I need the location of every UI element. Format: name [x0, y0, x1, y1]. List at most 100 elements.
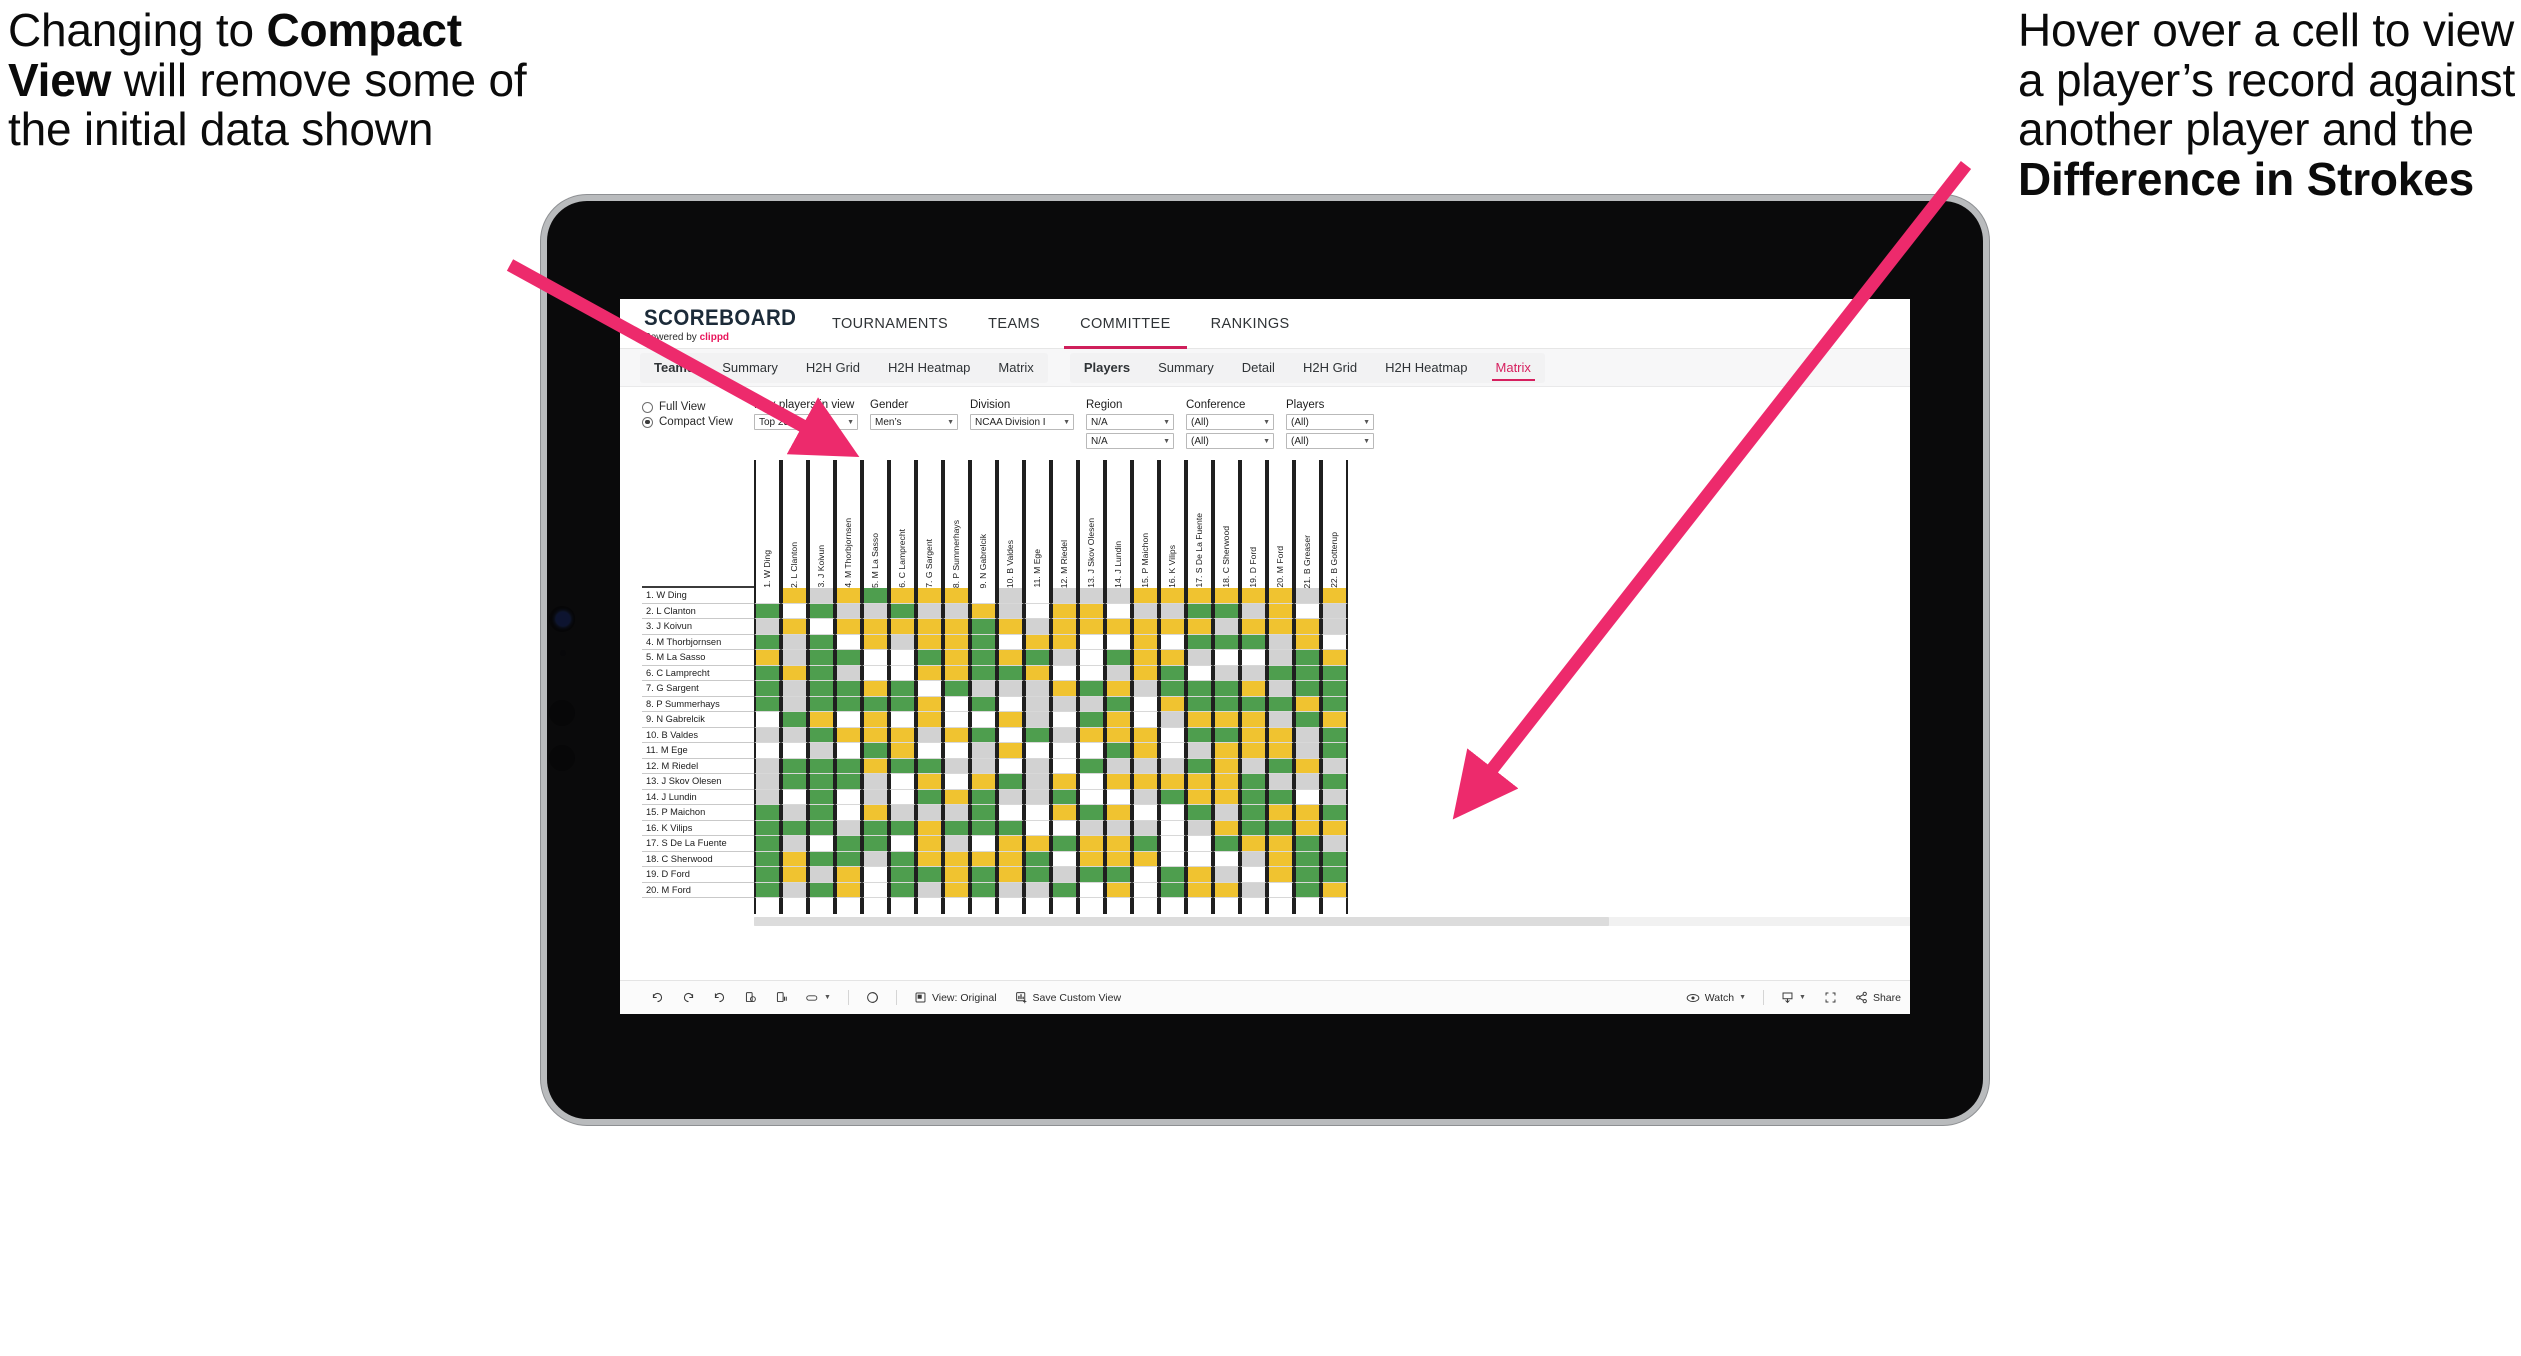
matrix-cell[interactable]	[1105, 665, 1132, 681]
matrix-cell[interactable]	[781, 820, 808, 836]
matrix-cell[interactable]	[1051, 820, 1078, 836]
matrix-row-header[interactable]: 3. J Koivun	[642, 619, 754, 635]
matrix-cell[interactable]	[862, 650, 889, 666]
matrix-col-header[interactable]: 7. G Sargent	[916, 460, 943, 588]
matrix-cell[interactable]	[1294, 820, 1321, 836]
matrix-cell[interactable]	[862, 619, 889, 635]
matrix-cell[interactable]	[808, 650, 835, 666]
matrix-cell[interactable]	[1321, 650, 1348, 666]
matrix-cell[interactable]	[1024, 650, 1051, 666]
matrix-cell[interactable]	[1294, 681, 1321, 697]
matrix-cell[interactable]	[862, 681, 889, 697]
toolbar-refresh-data-button[interactable]	[735, 985, 766, 1011]
matrix-cell[interactable]	[1024, 588, 1051, 604]
matrix-cell[interactable]	[835, 619, 862, 635]
matrix-cell[interactable]	[1078, 882, 1105, 898]
matrix-cell[interactable]	[1051, 634, 1078, 650]
matrix-cell[interactable]	[943, 634, 970, 650]
matrix-cell[interactable]	[1132, 820, 1159, 836]
matrix-cell[interactable]	[835, 727, 862, 743]
matrix-cell[interactable]	[754, 851, 781, 867]
matrix-cell[interactable]	[943, 665, 970, 681]
matrix-cell[interactable]	[781, 650, 808, 666]
matrix-cell[interactable]	[997, 681, 1024, 697]
matrix-cell[interactable]	[916, 774, 943, 790]
matrix-cell[interactable]	[1132, 851, 1159, 867]
matrix-cell[interactable]	[943, 851, 970, 867]
matrix-cell[interactable]	[1267, 696, 1294, 712]
matrix-cell[interactable]	[943, 805, 970, 821]
matrix-cell[interactable]	[1267, 619, 1294, 635]
matrix-cell[interactable]	[997, 774, 1024, 790]
matrix-cell[interactable]	[1105, 882, 1132, 898]
matrix-cell[interactable]	[997, 820, 1024, 836]
matrix-cell[interactable]	[1321, 665, 1348, 681]
matrix-cell[interactable]	[1132, 836, 1159, 852]
matrix-cell[interactable]	[1078, 789, 1105, 805]
matrix-cell[interactable]	[1078, 851, 1105, 867]
matrix-cell[interactable]	[781, 696, 808, 712]
matrix-cell[interactable]	[835, 588, 862, 604]
matrix-cell[interactable]	[1051, 603, 1078, 619]
matrix-cell[interactable]	[1213, 665, 1240, 681]
toolbar-download-button[interactable]: ▼	[1772, 985, 1815, 1011]
matrix-cell[interactable]	[970, 665, 997, 681]
matrix-cell[interactable]	[1105, 619, 1132, 635]
matrix-cell[interactable]	[1132, 634, 1159, 650]
matrix-cell[interactable]	[1186, 882, 1213, 898]
matrix-cell[interactable]	[1078, 774, 1105, 790]
matrix-cell[interactable]	[1024, 758, 1051, 774]
matrix-cell[interactable]	[862, 758, 889, 774]
matrix-row-header[interactable]: 1. W Ding	[642, 588, 754, 604]
matrix-cell[interactable]	[1132, 743, 1159, 759]
matrix-cell[interactable]	[835, 758, 862, 774]
matrix-cell[interactable]	[1213, 805, 1240, 821]
matrix-cell[interactable]	[889, 634, 916, 650]
matrix-cell[interactable]	[862, 774, 889, 790]
matrix-row-header[interactable]: 7. G Sargent	[642, 681, 754, 697]
matrix-cell[interactable]	[1051, 774, 1078, 790]
matrix-cell[interactable]	[835, 603, 862, 619]
matrix-cell[interactable]	[916, 758, 943, 774]
matrix-cell[interactable]	[1078, 681, 1105, 697]
matrix-cell[interactable]	[1321, 696, 1348, 712]
matrix-cell[interactable]	[1213, 789, 1240, 805]
matrix-cell[interactable]	[970, 743, 997, 759]
matrix-cell[interactable]	[1159, 805, 1186, 821]
matrix-cell[interactable]	[808, 774, 835, 790]
matrix-cell[interactable]	[1321, 805, 1348, 821]
matrix-cell[interactable]	[943, 789, 970, 805]
matrix-cell[interactable]	[835, 789, 862, 805]
matrix-cell[interactable]	[1105, 650, 1132, 666]
matrix-cell[interactable]	[1105, 867, 1132, 883]
matrix-cell[interactable]	[1267, 867, 1294, 883]
matrix-cell[interactable]	[1213, 820, 1240, 836]
toolbar-watch-button[interactable]: Watch ▼	[1677, 985, 1755, 1011]
matrix-cell[interactable]	[1294, 836, 1321, 852]
matrix-cell[interactable]	[1051, 619, 1078, 635]
matrix-cell[interactable]	[1267, 743, 1294, 759]
matrix-cell[interactable]	[1267, 650, 1294, 666]
matrix-cell[interactable]	[1051, 696, 1078, 712]
matrix-cell[interactable]	[754, 619, 781, 635]
matrix-col-header[interactable]: 19. D Ford	[1240, 460, 1267, 588]
matrix-cell[interactable]	[835, 634, 862, 650]
matrix-cell[interactable]	[1240, 712, 1267, 728]
matrix-cell[interactable]	[808, 696, 835, 712]
matrix-col-header[interactable]: 10. B Valdes	[997, 460, 1024, 588]
matrix-cell[interactable]	[1186, 851, 1213, 867]
subnav-item-summary[interactable]: Summary	[1144, 353, 1228, 383]
matrix-cell[interactable]	[862, 665, 889, 681]
matrix-cell[interactable]	[1078, 603, 1105, 619]
matrix-cell[interactable]	[1105, 712, 1132, 728]
matrix-cell[interactable]	[1321, 820, 1348, 836]
matrix-cell[interactable]	[808, 588, 835, 604]
matrix-cell[interactable]	[916, 789, 943, 805]
radio-full-view[interactable]: Full View	[642, 401, 754, 413]
matrix-cell[interactable]	[1132, 696, 1159, 712]
matrix-cell[interactable]	[1159, 696, 1186, 712]
matrix-cell[interactable]	[943, 588, 970, 604]
matrix-cell[interactable]	[1267, 758, 1294, 774]
matrix-cell[interactable]	[1240, 851, 1267, 867]
matrix-col-header[interactable]: 9. N Gabrelcik	[970, 460, 997, 588]
